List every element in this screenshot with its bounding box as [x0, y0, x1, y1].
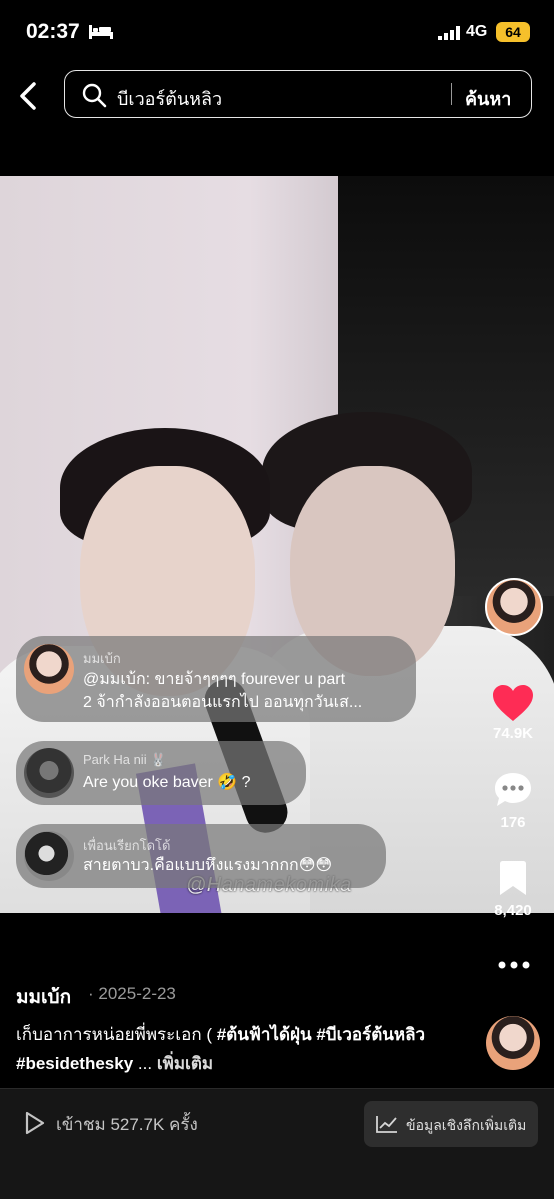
more-options-icon[interactable]: [497, 958, 531, 972]
signal-icon: [438, 26, 460, 40]
commenter-name: มมเบ้ก: [83, 651, 121, 666]
insights-label: ข้อมูลเชิงลึกเพิ่มเติม: [406, 1117, 527, 1133]
status-time: 02:37: [26, 20, 80, 43]
back-icon[interactable]: [12, 78, 48, 114]
heart-icon[interactable]: [491, 683, 535, 723]
search-icon: [82, 83, 107, 108]
bookmark-icon[interactable]: [498, 860, 528, 896]
save-count: 8,420: [494, 902, 532, 919]
commenter-avatar[interactable]: [24, 644, 74, 694]
search-query[interactable]: บีเวอร์ต้นหลิว: [117, 84, 222, 113]
sleep-mode-icon: [89, 25, 113, 39]
see-more-link[interactable]: เพิ่มเติม: [157, 1054, 213, 1073]
comment-text: 2 จ้ากำลังออนตอนแรกไป ออนทุกวันเส...: [83, 694, 363, 711]
author-avatar[interactable]: [486, 1016, 540, 1070]
like-count: 74.9K: [492, 725, 534, 742]
play-icon: [25, 1111, 45, 1135]
hashtag[interactable]: #บีเวอร์ต้นหลิว: [316, 1025, 425, 1044]
comment-text: @มมเบ้ก: ขายจ้าๆๆๆๆ fourever u part: [83, 671, 346, 688]
search-button[interactable]: ค้นหา: [465, 84, 511, 113]
analytics-icon: [376, 1116, 397, 1133]
comment-bubble[interactable]: Park Ha nii 🐰 Are you oke baver 🤣 ?: [16, 741, 306, 805]
network-type: 4G: [466, 23, 488, 40]
post-date: · 2025-2-23: [88, 984, 176, 1003]
comment-text: สายตาบว.คือแบบหึงแรงมากกก😳😳: [83, 857, 333, 874]
caption-text: เก็บอาการหน่อยพี่พระเอก (: [16, 1025, 217, 1044]
comment-count: 176: [500, 814, 526, 831]
caption-ellipsis: ...: [133, 1054, 157, 1073]
creator-avatar[interactable]: [485, 578, 543, 636]
hashtag[interactable]: #besidethesky: [16, 1054, 133, 1073]
commenter-name: เพื่อนเรียกโดโด้: [83, 838, 171, 853]
view-count: เข้าชม 527.7K ครั้ง: [56, 1115, 198, 1134]
commenter-avatar[interactable]: [24, 748, 74, 798]
search-input[interactable]: บีเวอร์ต้นหลิว ค้นหา: [64, 70, 532, 118]
commenter-name: Park Ha nii 🐰: [83, 752, 167, 767]
commenter-avatar[interactable]: [24, 831, 74, 881]
bottom-bar: เข้าชม 527.7K ครั้ง ข้อมูลเชิงลึกเพิ่มเต…: [0, 1088, 554, 1199]
post-caption: เก็บอาการหน่อยพี่พระเอก ( #ต้นฟ้าได้ฝุ่น…: [16, 1020, 466, 1078]
search-divider: [451, 83, 452, 105]
comment-icon[interactable]: [493, 771, 533, 809]
insights-button[interactable]: ข้อมูลเชิงลึกเพิ่มเติม: [364, 1101, 538, 1147]
comment-text: Are you oke baver 🤣 ?: [83, 774, 251, 791]
status-bar: 02:37 4G 64: [0, 0, 554, 62]
hashtag[interactable]: #ต้นฟ้าได้ฝุ่น: [217, 1025, 312, 1044]
author-name[interactable]: มมเบ้ก: [16, 982, 71, 1012]
comment-bubble[interactable]: เพื่อนเรียกโดโด้ สายตาบว.คือแบบหึงแรงมาก…: [16, 824, 386, 888]
comment-bubble[interactable]: มมเบ้ก @มมเบ้ก: ขายจ้าๆๆๆๆ fourever u pa…: [16, 636, 416, 722]
battery-indicator: 64: [496, 22, 530, 42]
